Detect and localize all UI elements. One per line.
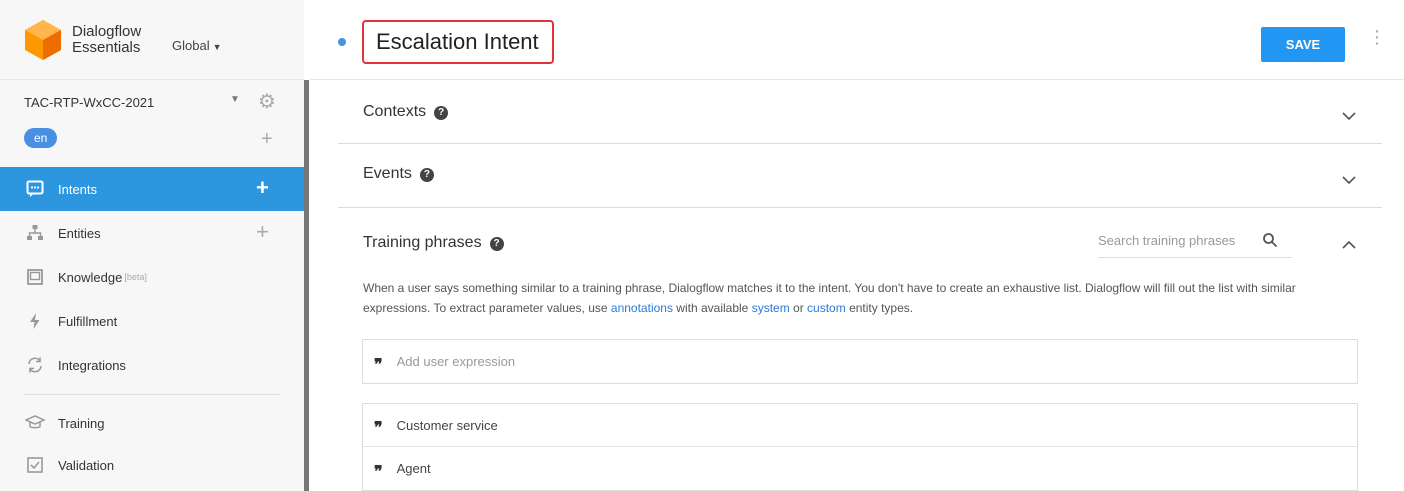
more-options-icon[interactable]: ⋮ <box>1368 28 1386 46</box>
book-icon <box>25 267 45 287</box>
sidebar: Dialogflow Essentials Global ▼ TAC-RTP-Wx… <box>0 0 310 491</box>
contexts-label: Contexts <box>363 103 427 120</box>
section-title: Events? <box>363 165 434 183</box>
chat-bubble-icon <box>25 179 45 199</box>
list-item[interactable]: ❞ Customer service <box>363 404 1357 447</box>
chevron-down-icon[interactable] <box>1342 173 1356 187</box>
training-phrase-text[interactable]: Customer service <box>397 418 498 433</box>
system-link[interactable]: system <box>752 301 790 315</box>
graduation-cap-icon <box>25 413 45 433</box>
help-icon[interactable]: ? <box>434 106 449 120</box>
intent-header: Escalation Intent SAVE ⋮ <box>310 0 1404 80</box>
sidebar-item-label: Fulfillment <box>58 313 118 329</box>
sidebar-item-knowledge[interactable]: Knowledge [beta] <box>0 255 304 299</box>
sidebar-item-label: Integrations <box>58 357 126 373</box>
sidebar-divider <box>24 394 280 395</box>
quote-icon: ❞ <box>374 461 383 481</box>
training-description: When a user says something similar to a … <box>363 278 1363 318</box>
list-item[interactable]: ❞ Agent <box>363 447 1357 490</box>
add-language-plus-icon[interactable]: + <box>261 128 273 151</box>
sidebar-item-label: Validation <box>58 457 115 473</box>
language-chip[interactable]: en <box>24 128 58 148</box>
search-icon[interactable] <box>1262 232 1278 248</box>
sync-icon <box>25 355 45 375</box>
add-expression-box[interactable]: ❞ <box>362 339 1358 384</box>
help-icon[interactable]: ? <box>489 237 504 251</box>
help-icon[interactable]: ? <box>419 168 434 182</box>
quote-icon: ❞ <box>374 354 383 374</box>
page-title: Escalation Intent <box>376 29 539 54</box>
product-name-line1: Dialogflow <box>72 23 142 40</box>
sidebar-item-entities[interactable]: Entities + <box>0 211 304 255</box>
add-intent-plus-icon[interactable]: + <box>256 175 269 201</box>
sidebar-item-intents[interactable]: Intents + <box>0 167 304 211</box>
sidebar-item-label: Intents <box>58 181 98 197</box>
training-phrases-label: Training phrases <box>363 234 482 251</box>
lightning-icon <box>25 311 45 331</box>
sidebar-item-integrations[interactable]: Integrations <box>0 343 304 387</box>
events-label: Events <box>363 165 412 182</box>
chevron-down-icon[interactable] <box>1342 109 1356 123</box>
sidebar-item-label: Knowledge <box>58 269 123 285</box>
product-name: Dialogflow Essentials <box>72 24 141 56</box>
add-expression-input[interactable] <box>396 354 1297 369</box>
quote-icon: ❞ <box>374 418 383 437</box>
status-dot <box>338 38 346 46</box>
chevron-up-icon[interactable] <box>1342 238 1356 252</box>
training-search[interactable] <box>1098 232 1292 258</box>
caret-down-icon[interactable]: ▼ <box>230 94 240 105</box>
custom-link[interactable]: custom <box>807 301 846 315</box>
add-expression-row[interactable]: ❞ <box>363 340 1357 383</box>
language-row: en + <box>24 128 284 150</box>
sidebar-scrollbar[interactable] <box>304 80 309 491</box>
description-text: or <box>789 301 808 315</box>
description-text: with available <box>672 301 752 315</box>
region-selector[interactable]: Global ▼ <box>172 38 222 53</box>
gear-icon[interactable]: ⚙ <box>258 89 276 114</box>
save-button[interactable]: SAVE <box>1261 27 1345 62</box>
sidebar-item-training[interactable]: Training <box>0 401 304 445</box>
sidebar-item-validation[interactable]: Validation <box>0 443 304 487</box>
section-title: Training phrases? <box>363 234 504 252</box>
annotations-link[interactable]: annotations <box>611 301 673 315</box>
add-entity-plus-icon[interactable]: + <box>256 219 269 245</box>
caret-down-icon: ▼ <box>212 42 222 52</box>
training-phrase-text[interactable]: Agent <box>397 461 431 476</box>
beta-badge: [beta] <box>124 272 147 282</box>
contexts-section[interactable]: Contexts? <box>338 81 1382 144</box>
checkbox-icon <box>25 455 45 475</box>
training-phrase-list: ❞ Customer service ❞ Agent <box>362 403 1358 491</box>
dialogflow-logo-icon <box>25 20 61 60</box>
description-text: entity types. <box>845 301 914 315</box>
events-section[interactable]: Events? <box>338 144 1382 208</box>
region-label: Global <box>172 38 210 53</box>
product-name-line2: Essentials <box>72 39 141 56</box>
sidebar-item-label: Entities <box>58 225 101 241</box>
intent-name-field[interactable]: Escalation Intent <box>362 20 554 64</box>
agent-selector[interactable]: TAC-RTP-WxCC-2021 ▼ ⚙ <box>24 91 284 114</box>
search-input[interactable] <box>1098 233 1258 248</box>
brand-header: Dialogflow Essentials Global ▼ <box>0 0 304 80</box>
agent-name: TAC-RTP-WxCC-2021 <box>24 95 155 110</box>
section-title: Contexts? <box>363 103 449 121</box>
hierarchy-icon <box>25 223 45 243</box>
sidebar-item-label: Training <box>58 415 105 431</box>
sidebar-item-fulfillment[interactable]: Fulfillment <box>0 299 304 343</box>
